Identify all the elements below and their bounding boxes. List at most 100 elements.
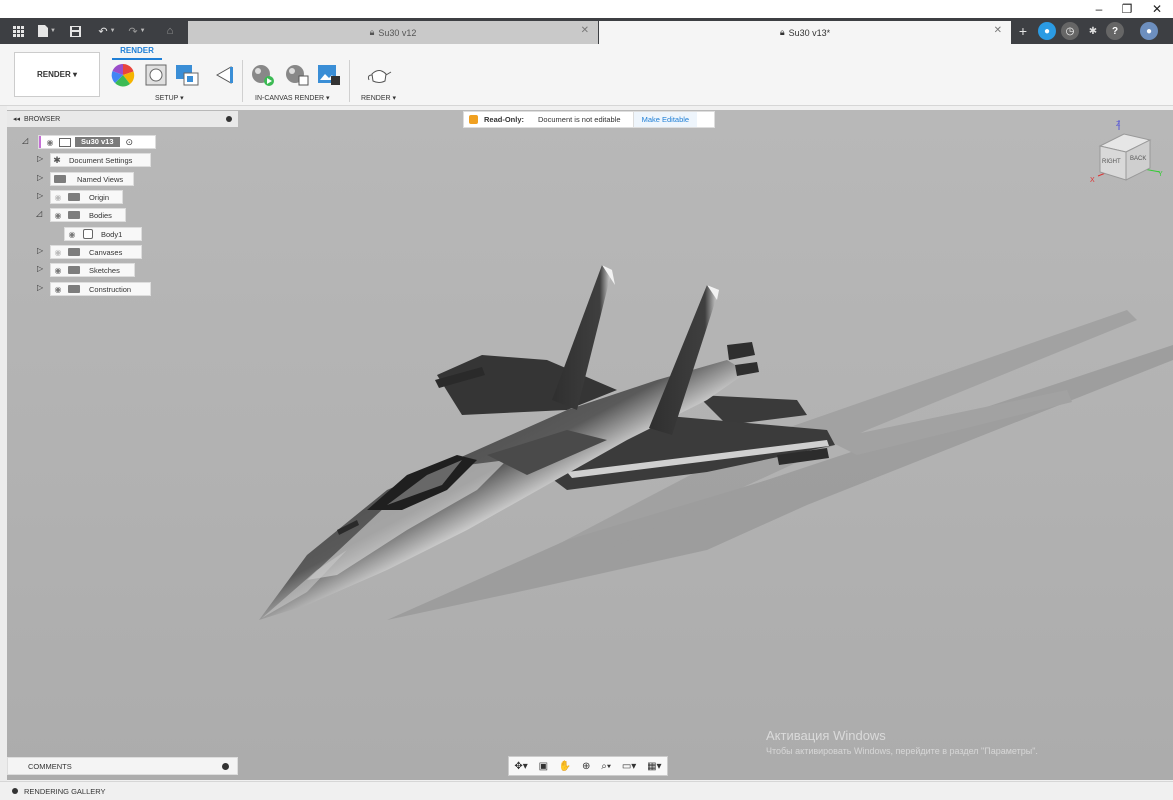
axis-y-label: Y (1158, 171, 1163, 178)
browser-header[interactable]: ◂◂ BROWSER (7, 111, 238, 127)
tree-item-sketches[interactable]: ◉ Sketches (50, 263, 135, 277)
orbit-icon[interactable]: ✥▾ (514, 761, 527, 772)
help-icon[interactable]: ? (1106, 22, 1124, 40)
folder-icon (68, 193, 80, 201)
tab-su30-v13[interactable]: 🔒︎ Su30 v13* ✕ (599, 21, 1011, 44)
eye-icon[interactable]: ◉ (51, 266, 65, 275)
axis-x-label: X (1090, 177, 1095, 184)
divider (349, 60, 350, 102)
comments-label: COMMENTS (28, 761, 72, 771)
job-status-icon[interactable]: ● (1038, 22, 1056, 40)
expand-triangle-icon[interactable]: ▷ (37, 154, 43, 163)
decal-icon[interactable] (211, 63, 237, 87)
folder-icon (68, 211, 80, 219)
redo-icon[interactable]: ↷ ▼ (124, 22, 150, 40)
comments-panel[interactable]: COMMENTS (7, 757, 238, 775)
expand-triangle-icon[interactable]: ▷ (37, 173, 43, 182)
aircraft-model (7, 110, 1173, 780)
eye-icon[interactable]: ◉ (43, 138, 57, 147)
view-cube[interactable]: RIGHT BACK Z X Y (1088, 118, 1166, 190)
in-canvas-render-group-label[interactable]: IN-CANVAS RENDER ▾ (255, 94, 330, 102)
folder-icon (54, 175, 66, 183)
tab-render[interactable]: RENDER (112, 46, 162, 60)
tree-item-construction[interactable]: ◉ Construction (50, 282, 151, 296)
tree-item-document-settings[interactable]: ✱ Document Settings (50, 153, 151, 167)
activation-watermark-text: Чтобы активировать Windows, перейдите в … (766, 746, 1038, 756)
fit-icon[interactable]: ⌕▾ (601, 761, 611, 772)
in-canvas-render-icon[interactable] (250, 63, 276, 87)
viewport-canvas[interactable] (7, 110, 1173, 780)
expand-triangle-icon[interactable]: ▷ (37, 191, 43, 200)
pan-icon[interactable]: ✋ (559, 761, 571, 772)
collapse-triangle-icon[interactable]: ◿ (36, 209, 42, 218)
expand-triangle-icon[interactable]: ◿ (22, 136, 28, 145)
notifications-icon[interactable]: ✱ (1084, 22, 1102, 40)
collapse-icon[interactable]: ◂◂ (13, 115, 20, 123)
expand-triangle-icon[interactable]: ▷ (37, 283, 43, 292)
tree-item-body1[interactable]: ◉ Body1 (64, 227, 142, 241)
capture-image-icon[interactable] (316, 63, 342, 87)
home-icon[interactable]: ⌂ (160, 22, 180, 40)
browser-title: BROWSER (24, 115, 61, 123)
rendering-gallery-bar[interactable]: RENDERING GALLERY (0, 781, 1173, 800)
in-canvas-settings-icon[interactable] (284, 63, 310, 87)
user-avatar[interactable]: ● (1140, 22, 1158, 40)
tree-item-named-views[interactable]: Named Views (50, 172, 134, 186)
scene-settings-icon[interactable] (143, 63, 169, 87)
activate-radio-icon[interactable]: ⊙ (126, 137, 134, 148)
pin-icon[interactable] (226, 116, 232, 122)
tab-label: Su30 v12 (378, 27, 417, 38)
minimize-button[interactable]: – (1085, 0, 1113, 18)
render-group-label[interactable]: RENDER ▾ (361, 94, 396, 102)
setup-group-label[interactable]: SETUP ▾ (155, 94, 184, 102)
rendering-gallery-label: RENDERING GALLERY (24, 786, 106, 796)
close-tab-icon[interactable]: ✕ (994, 25, 1002, 36)
look-at-icon[interactable]: ▣ (539, 761, 548, 772)
eye-hidden-icon[interactable]: ◉ (51, 193, 65, 202)
viewcube-right-label[interactable]: RIGHT (1102, 159, 1121, 165)
read-only-title: Read-Only: (484, 115, 525, 124)
tree-root[interactable]: ◉ Su30 v13 ⊙ (38, 135, 156, 149)
ribbon-toolbar: RENDER RENDER ▾ SETUP ▾ IN-CANVAS RENDER… (0, 44, 1173, 106)
workspace-switcher[interactable]: RENDER ▾ (14, 52, 100, 97)
zoom-icon[interactable]: ⊕ (582, 761, 590, 772)
file-menu-icon[interactable]: ▼ (36, 22, 58, 40)
lock-icon: 🔒︎ (779, 27, 785, 37)
tab-bar: ▼ ↶ ▼ ↷ ▼ ⌂ 🔒︎ Su30 v12 ✕ 🔒︎ Su30 v13* ✕ +… (0, 18, 1173, 44)
eye-hidden-icon[interactable]: ◉ (51, 248, 65, 257)
undo-icon[interactable]: ↶ ▼ (95, 22, 119, 40)
tab-su30-v12[interactable]: 🔒︎ Su30 v12 ✕ (188, 21, 598, 44)
close-tab-icon[interactable]: ✕ (581, 25, 589, 36)
gallery-toggle-icon[interactable] (12, 788, 18, 794)
apps-grid-icon[interactable] (10, 22, 26, 40)
save-icon[interactable] (68, 22, 82, 40)
read-only-banner: Read-Only: Document is not editable Make… (463, 111, 715, 128)
render-teapot-icon[interactable] (366, 63, 392, 87)
tree-item-bodies[interactable]: ◉ Bodies (50, 208, 126, 222)
left-edge (0, 106, 7, 781)
eye-icon[interactable]: ◉ (51, 285, 65, 294)
expand-triangle-icon[interactable]: ▷ (37, 264, 43, 273)
close-window-button[interactable]: ✕ (1143, 0, 1171, 18)
eye-icon[interactable]: ◉ (65, 230, 79, 239)
component-marker (39, 136, 41, 148)
lock-icon: 🔒︎ (369, 27, 375, 37)
folder-icon (68, 266, 80, 274)
grid-settings-icon[interactable]: ▦▾ (647, 761, 661, 772)
new-tab-plus-icon[interactable]: + (1014, 22, 1032, 40)
display-settings-icon[interactable]: ▭▾ (622, 761, 636, 772)
add-comment-icon[interactable] (222, 763, 229, 770)
tree-item-origin[interactable]: ◉ Origin (50, 190, 123, 204)
lock-icon (469, 115, 478, 124)
tree-item-canvases[interactable]: ◉ Canvases (50, 245, 142, 259)
texture-map-icon[interactable] (174, 63, 200, 87)
viewcube-back-label[interactable]: BACK (1130, 156, 1146, 162)
restore-button[interactable]: ❐ (1113, 0, 1141, 18)
folder-icon (68, 285, 80, 293)
tab-label: Su30 v13* (788, 27, 831, 38)
clock-icon[interactable]: ◷ (1061, 22, 1079, 40)
expand-triangle-icon[interactable]: ▷ (37, 246, 43, 255)
make-editable-button[interactable]: Make Editable (632, 112, 698, 127)
eye-icon[interactable]: ◉ (51, 211, 65, 220)
appearance-icon[interactable] (110, 63, 136, 87)
